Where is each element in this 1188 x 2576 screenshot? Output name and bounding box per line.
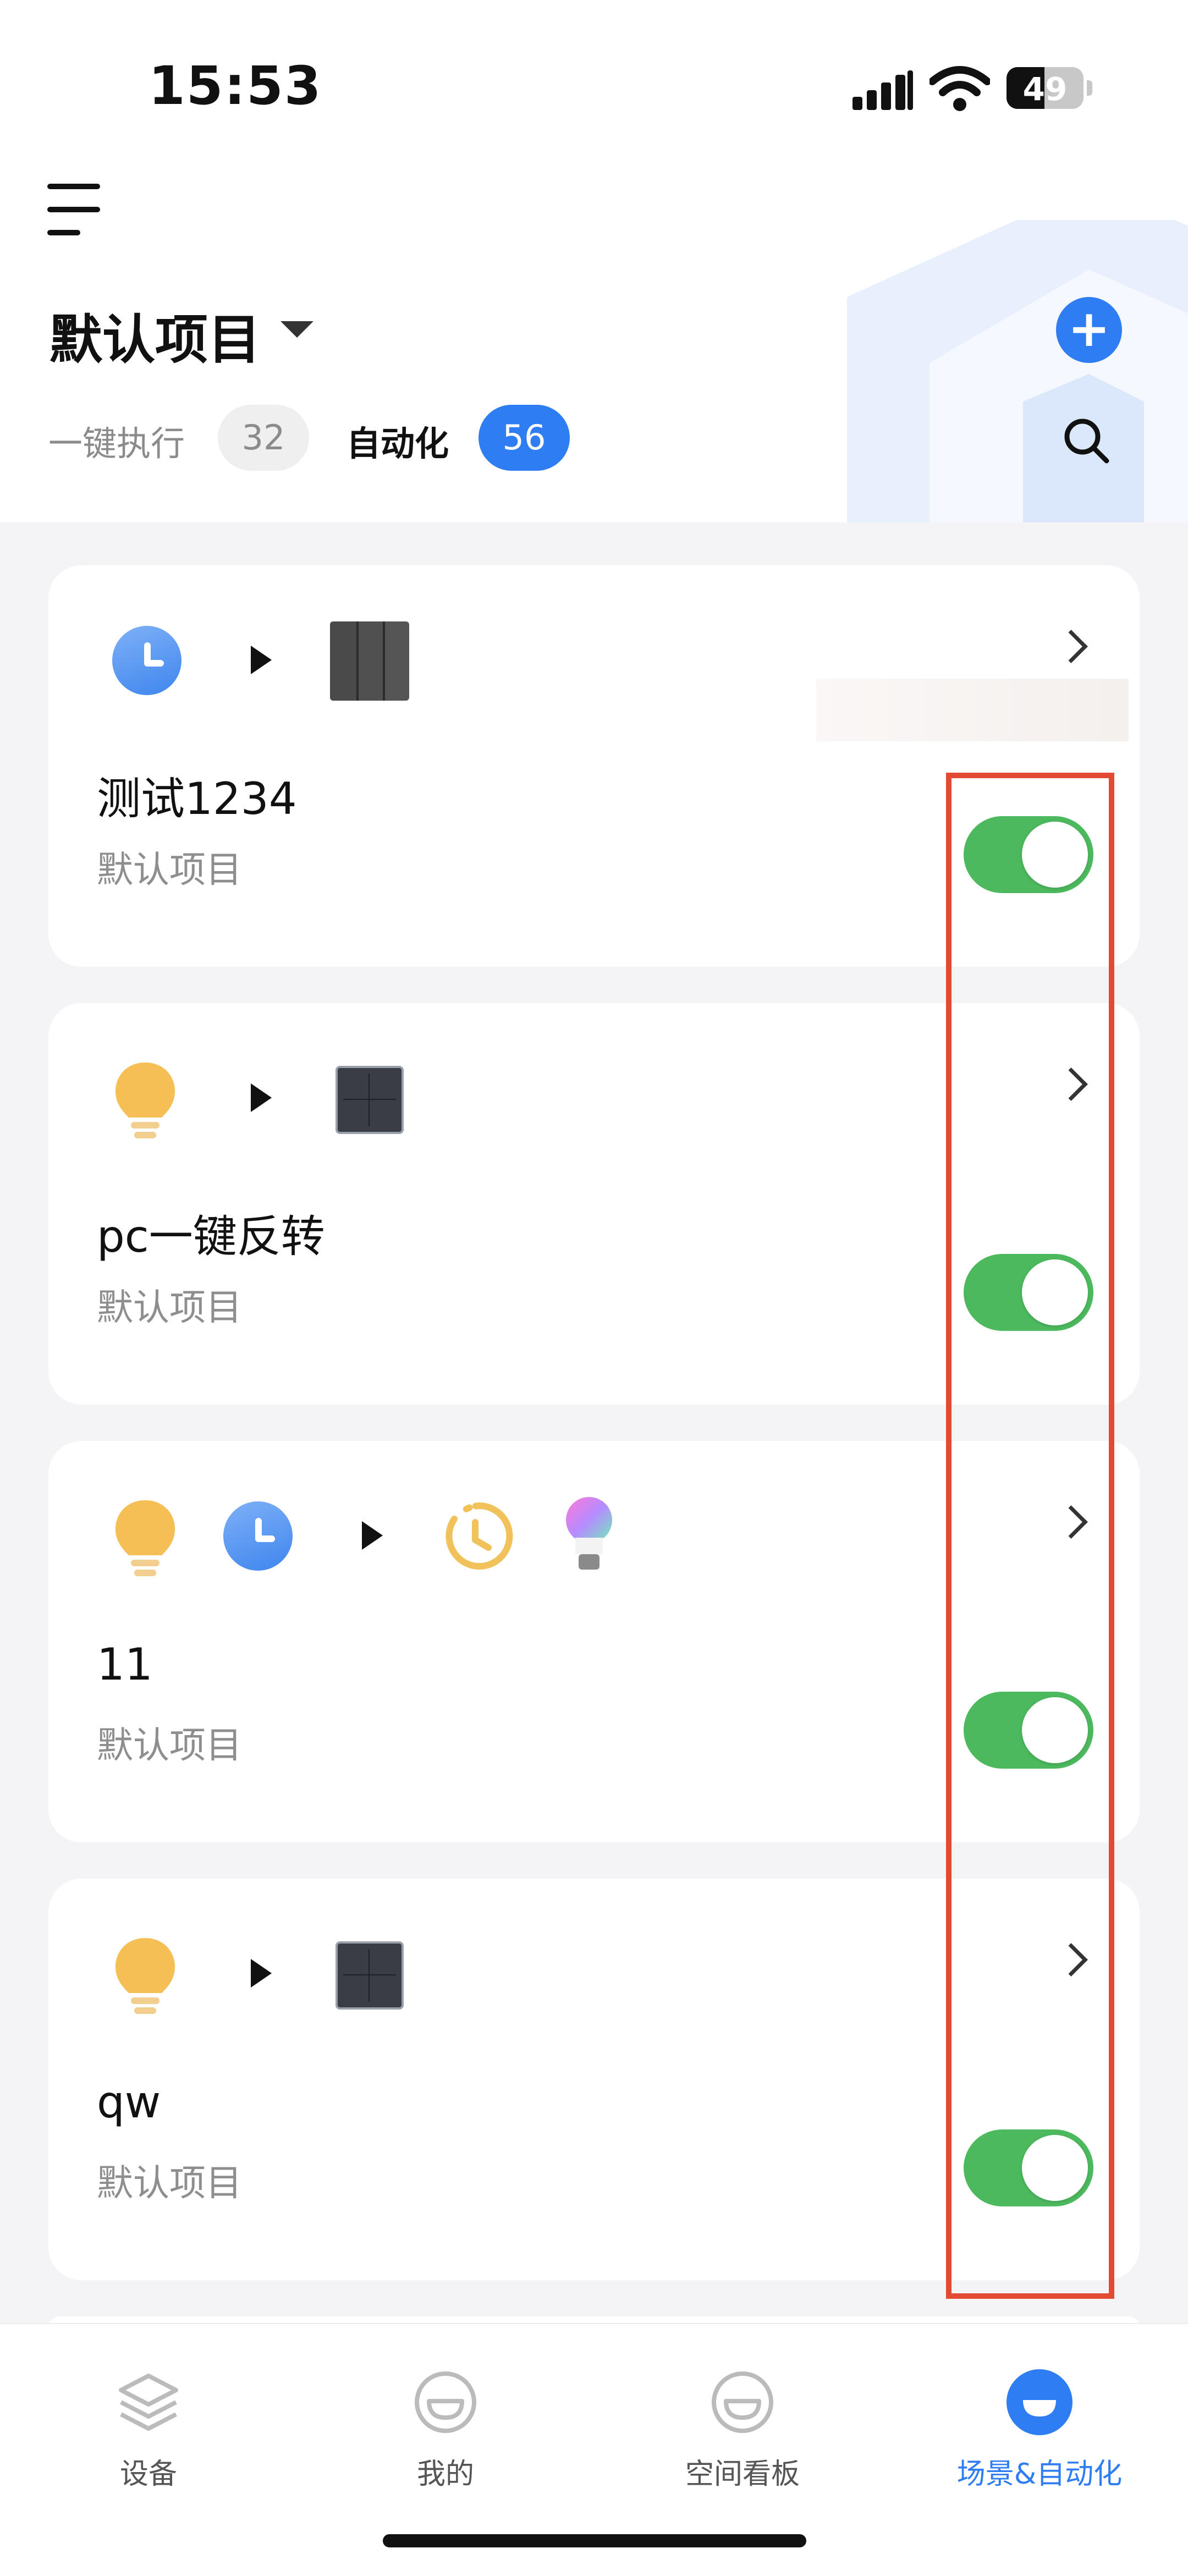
wifi-icon [930,66,990,111]
project-title[interactable]: 默认项目 [50,297,261,373]
tab-automation[interactable]: 自动化 [346,416,449,465]
bulb-icon [116,1063,175,1138]
nav-item-devices[interactable]: 设备 [0,2346,297,2492]
triple-switch-icon [330,621,409,701]
color-bulb-icon [566,1497,612,1570]
switch-panel-icon [336,1941,404,2010]
play-arrow-icon [362,1521,383,1550]
menu-button[interactable] [47,184,102,239]
card-subtitle: 默认项目 [97,1724,242,1766]
nav-item-space-board[interactable]: 空间看板 [594,2346,891,2492]
house-decoration-icon [847,220,1188,522]
nav-item-scenes[interactable]: 场景&自动化 [891,2346,1188,2492]
bulb-icon [116,1500,175,1576]
card-subtitle: 默认项目 [97,2162,242,2204]
nav-label: 设备 [119,2458,177,2491]
bulb-icon [116,1938,175,2014]
nav-label: 我的 [416,2458,474,2491]
play-arrow-icon [251,646,272,674]
nav-item-mine[interactable]: 我的 [297,2346,594,2492]
smile-icon [415,2371,476,2433]
status-time: 15:53 [148,55,322,117]
card-title: 11 [97,1639,153,1690]
tab-one-click[interactable]: 一键执行 [48,416,185,465]
nav-label: 场景&自动化 [956,2458,1123,2491]
card-subtitle: 默认项目 [97,849,242,891]
card-title: pc一键反转 [97,1211,325,1262]
card-subtitle: 默认项目 [97,1286,242,1329]
tab-automation-count: 56 [479,405,570,471]
card-title: 测试1234 [97,773,297,824]
clock-icon [223,1501,293,1571]
clock-icon [112,626,182,695]
switch-panel-icon [336,1066,404,1134]
card-title: qw [97,2077,161,2128]
play-arrow-icon [251,1959,272,1988]
scene-icon [1007,2369,1072,2435]
smile-icon [712,2371,773,2433]
battery-icon: 49 [1007,67,1084,109]
signal-icon [853,70,913,110]
search-icon[interactable] [1062,416,1111,465]
add-button[interactable]: + [1056,297,1122,363]
layers-icon [119,2374,178,2431]
home-indicator [383,2534,806,2547]
page-header: 默认项目 + 一键执行 32 自动化 56 [0,143,1188,522]
tab-one-click-count: 32 [218,405,309,471]
status-bar: 15:53 49 [0,0,1188,143]
battery-cap [1087,80,1092,96]
play-arrow-icon [251,1083,272,1112]
caret-down-icon[interactable] [280,321,314,338]
battery-level: 49 [1022,70,1068,108]
nav-label: 空间看板 [685,2458,800,2491]
highlight-box [946,773,1114,2299]
chevron-right-icon[interactable] [1054,630,1088,663]
redacted-area [816,679,1129,741]
timer-icon [446,1502,513,1570]
